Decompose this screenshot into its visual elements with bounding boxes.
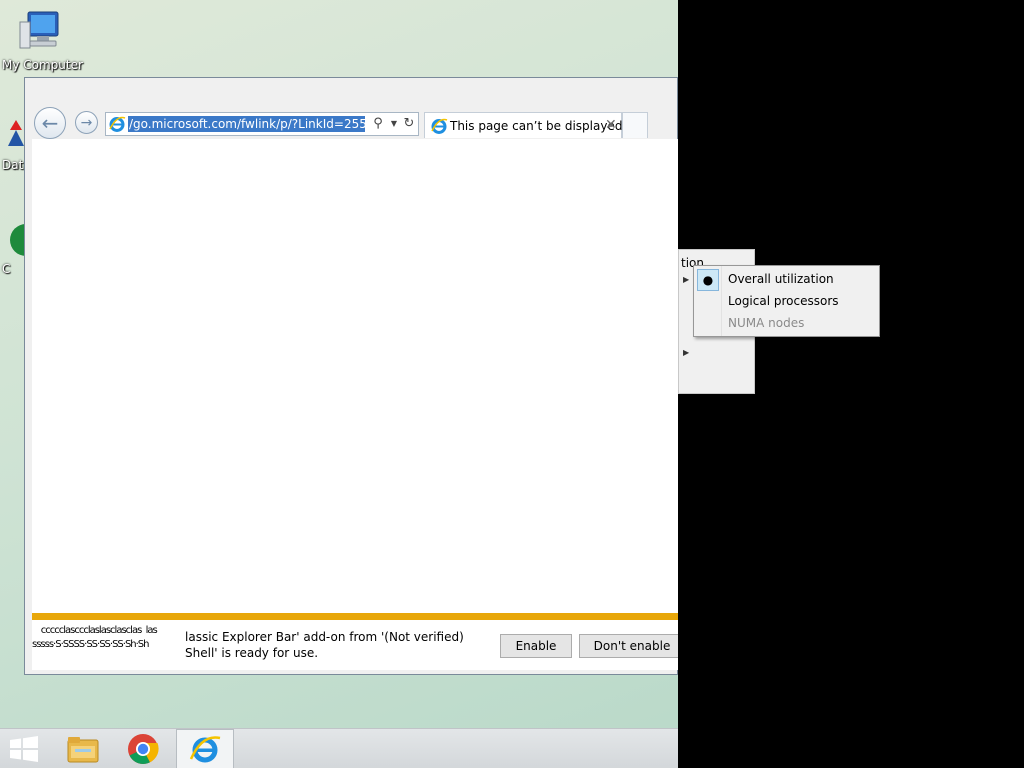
address-bar[interactable]: /go.microsoft.com/fwlink/p/?LinkId=25514… (105, 112, 419, 136)
taskbar (0, 728, 678, 768)
chevron-right-icon: ▶ (683, 275, 690, 284)
notification-glitch-text: ccccclasccclaslasclasclas las sssss·S·SS… (32, 625, 158, 650)
forward-button[interactable]: → (75, 111, 98, 134)
new-tab-button[interactable] (622, 112, 648, 138)
back-button[interactable]: ← (34, 107, 66, 139)
address-input[interactable]: /go.microsoft.com/fwlink/p/?LinkId=25514… (128, 116, 365, 132)
submenu-item-overall-utilization[interactable]: Overall utilization (728, 272, 834, 286)
computer-icon (19, 11, 59, 49)
ie-page-icon (431, 118, 448, 134)
ie-window: ← → /go.microsoft.com/fwlink/p/?LinkId=2… (24, 77, 678, 675)
submenu: ● Overall utilization Logical processors… (693, 265, 880, 337)
desktop-icon-label: My Computer (2, 58, 83, 72)
chevron-down-icon[interactable]: ▼ (388, 115, 400, 133)
ie-icon (189, 736, 221, 763)
page-content (32, 139, 678, 613)
desktop: My Computer Data C ← → /go.microsoft.com… (0, 0, 678, 768)
submenu-gutter-separator (721, 266, 722, 336)
notification-message: lassic Explorer Bar' add-on from '(Not v… (185, 630, 464, 660)
folder-icon (67, 737, 99, 763)
taskbar-internet-explorer[interactable] (176, 729, 234, 768)
arrow-left-icon: ← (41, 111, 59, 135)
dont-enable-button[interactable]: Don't enable (579, 634, 678, 658)
submenu-item-logical-processors[interactable]: Logical processors (728, 294, 839, 308)
desktop-icon-label: C (2, 262, 11, 276)
taskbar-file-explorer[interactable] (54, 729, 112, 768)
submenu-item-numa-nodes: NUMA nodes (728, 316, 805, 330)
search-icon[interactable]: ⚲ (368, 115, 388, 133)
chrome-icon (128, 734, 159, 764)
radio-bullet-icon: ● (697, 269, 719, 291)
browser-toolbar: ← → /go.microsoft.com/fwlink/p/?LinkId=2… (25, 78, 677, 139)
desktop-icon-my-computer[interactable]: My Computer (2, 8, 83, 72)
notification-accent-line (32, 613, 678, 620)
notification-bar: ccccclasccclaslasclasclas las sssss·S·SS… (32, 620, 678, 670)
ie-page-icon (109, 116, 126, 132)
app-icon (10, 224, 26, 256)
close-icon[interactable]: ✕ (605, 113, 617, 137)
arrow-right-icon: → (80, 114, 93, 131)
desktop-icon-c[interactable]: C (2, 222, 26, 276)
enable-button[interactable]: Enable (500, 634, 572, 658)
refresh-icon[interactable]: ↻ (401, 115, 417, 133)
windows-logo-icon (10, 736, 38, 762)
start-button[interactable] (0, 729, 48, 768)
tab-title: This page can’t be displayed (450, 119, 623, 133)
chevron-right-icon: ▶ (683, 348, 690, 357)
tab-page[interactable]: This page can’t be displayed ✕ (424, 112, 622, 138)
taskbar-chrome[interactable] (114, 729, 172, 768)
